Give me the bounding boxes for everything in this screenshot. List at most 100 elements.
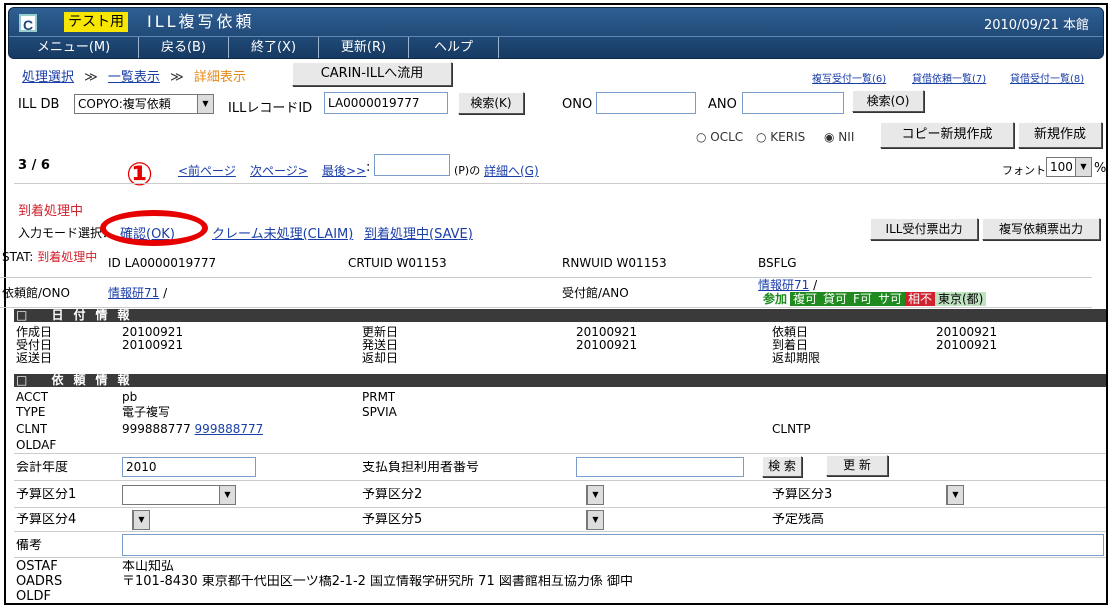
received-value: 20100921 [122,338,184,352]
bsflg-label: BSFLG [758,256,797,270]
budget5-label: 予算区分5 [362,513,423,527]
planned-balance-label: 予定残高 [772,513,825,527]
breadcrumb-list[interactable]: 一覧表示 [108,70,160,85]
uke-field: 情報研71 / [758,278,817,292]
date-rows: 作成日 20100921 更新日 20100921 依頼日 20100921 受… [14,323,1106,365]
budget3-label: 予算区分3 [772,488,833,502]
clnt-label: CLNT [16,422,48,436]
ono-input[interactable] [596,92,696,114]
copy-new-button[interactable]: コピー新規作成 [880,122,1014,148]
clnt-field: 999888777 999888777 [122,422,263,436]
type-value: 電子複写 [122,405,171,419]
ano-input[interactable] [742,92,844,114]
type-label: TYPE [16,405,46,419]
clnt-link[interactable]: 999888777 [195,422,264,436]
budget3-select[interactable]: ▼ [946,485,964,505]
sent-label: 発送日 [362,338,399,352]
page-suffix: (P)の [454,164,481,177]
last-page-link[interactable]: 最後>> [322,162,366,179]
breadcrumb-select[interactable]: 処理選択 [22,70,74,85]
date-section-title: 日付情報 [51,308,140,322]
budget4-select[interactable]: ▼ [132,510,150,530]
detail-link[interactable]: 詳細へ(G) [484,162,539,179]
font-size-value: 100 [1050,160,1073,174]
lend-request-list-link[interactable]: 貸借依頼一覧(7) [912,70,986,85]
radio-oclc[interactable]: ○ OCLC [696,130,743,144]
app-logo-icon: C [19,14,37,33]
returned-label: 返送日 [16,351,53,365]
menu-menu[interactable]: メニュー(M) [9,37,139,58]
requested-label: 依頼日 [772,325,809,339]
updated-label: 更新日 [362,325,399,339]
irai-field: 情報研71 / [108,286,167,300]
status-heading: 到着処理中 [18,204,84,219]
uketsuke-label: 受付館/ANO [562,286,629,300]
menu-refresh[interactable]: 更新(R) [319,37,409,58]
status-badge: 相不 [904,292,935,306]
status-badge: 参加 [760,292,791,306]
record-id-input[interactable]: LA0000019777 [324,92,448,114]
request-section-header: □ 依頼情報 [14,374,1106,387]
status-badge: F可 [850,292,875,306]
prev-page-link[interactable]: <前ページ [178,162,236,179]
menu-bar: メニュー(M) 戻る(B) 終了(X) 更新(R) ヘルプ [9,36,1103,58]
ill-receipt-print-button[interactable]: ILL受付票出力 [870,218,978,240]
font-size-select[interactable]: 100 ▼ [1046,157,1092,177]
status-badge: サ可 [874,292,905,306]
illdb-label: ILL DB [18,97,60,112]
copy-receive-list-link[interactable]: 複写受付一覧(6) [812,70,886,85]
menu-help[interactable]: ヘルプ [409,37,499,58]
stat-label: STAT: [2,250,34,264]
budget5-select[interactable]: ▼ [586,510,604,530]
return-due-label: 返却期限 [772,351,821,365]
next-page-link[interactable]: 次ページ> [250,162,308,179]
breadcrumb-sep: ≫ [170,70,184,85]
radio-nii[interactable]: ◉ NII [824,130,854,144]
claim-link[interactable]: クレーム未処理(CLAIM) [212,223,353,242]
uke-library-link[interactable]: 情報研71 [758,278,809,292]
budget2-select[interactable]: ▼ [586,485,604,505]
new-button[interactable]: 新規作成 [1018,122,1102,148]
search-o-button[interactable]: 検索(O) [852,90,924,112]
breadcrumb-current: 詳細表示 [193,70,246,85]
remarks-label: 備考 [16,539,43,553]
status-badges: 参加 複可 貸可 F可 サ可 相不 東京(都) [760,292,987,306]
request-rows: ACCT pb PRMT TYPE 電子複写 SPVIA CLNT 999888… [14,388,1106,454]
title-bar: C テスト用 ILL複写依頼 2010/09/21 本館 メニュー(M) 戻る(… [8,7,1104,59]
menu-back[interactable]: 戻る(B) [139,37,229,58]
payer-number-input[interactable] [576,457,744,477]
date-branch: 2010/09/21 本館 [983,18,1089,33]
budget1-label: 予算区分1 [16,488,77,502]
carin-button[interactable]: CARIN-ILLへ流用 [292,62,452,86]
percent-sign: % [1094,161,1107,176]
search-k-button[interactable]: 検索(K) [458,92,524,114]
payer-search-button[interactable]: 検 索 [762,456,802,477]
budget1-select[interactable]: ▼ [122,485,236,505]
page-colon: : [366,160,371,175]
test-mode-badge: テスト用 [64,12,128,32]
prmt-label: PRMT [362,390,396,404]
remarks-input[interactable] [122,534,1104,556]
chevron-down-icon: ▼ [947,486,963,504]
save-link[interactable]: 到着処理中(SAVE) [364,223,473,242]
radio-keris[interactable]: ○ KERIS [756,130,805,144]
record-id-label: ILLレコードID [228,101,313,116]
requested-value: 20100921 [936,325,998,339]
remarks-row: 備考 [14,533,1106,558]
budget-row-2: 予算区分4 ▼ 予算区分5 ▼ 予定残高 [14,508,1106,532]
created-label: 作成日 [16,325,53,339]
page-number-input[interactable] [374,154,450,176]
copy-request-print-button[interactable]: 複写依頼票出力 [982,218,1100,240]
highlight-circle [100,210,208,246]
sent-value: 20100921 [576,338,638,352]
menu-exit[interactable]: 終了(X) [229,37,319,58]
illdb-select[interactable]: COPYO:複写依頼 ▼ [74,94,214,114]
irai-library-link[interactable]: 情報研71 [108,286,159,300]
page-position: 3 / 6 [18,158,50,173]
lend-receive-list-link[interactable]: 貸借受付一覧(8) [1010,70,1084,85]
payer-update-button[interactable]: 更 新 [826,455,888,476]
fiscal-year-input[interactable]: 2010 [122,457,256,477]
uke-slash: / [813,278,818,292]
ostaf-rows: OSTAF 本山知弘 OADRS 〒101-8430 東京都千代田区一ツ橋2-1… [14,559,1106,605]
acct-value: pb [122,390,138,404]
